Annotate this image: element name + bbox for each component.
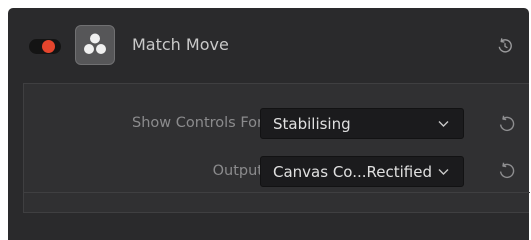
reset-arrow-icon — [499, 115, 515, 132]
output-reset-icon[interactable] — [497, 161, 517, 181]
divider — [24, 192, 530, 193]
show-controls-for-value: Stabilising — [273, 115, 351, 133]
show-controls-for-label: Show Controls For — [132, 115, 263, 131]
toggle-knob — [42, 40, 55, 53]
reset-icon-graphic — [498, 38, 512, 53]
chevron-down-icon — [438, 169, 449, 175]
panel-title: Match Move — [132, 35, 229, 54]
show-controls-for-reset-icon[interactable] — [497, 114, 517, 134]
show-controls-for-dropdown[interactable]: Stabilising — [260, 108, 464, 139]
match-move-panel: Match Move Show Controls For Stabilising — [8, 8, 530, 240]
reset-arrow-icon — [499, 162, 515, 179]
resolve-logo-icon — [75, 25, 115, 65]
reset-icon[interactable] — [495, 36, 515, 56]
resolve-logo-icon-graphic — [84, 33, 106, 54]
controls-area: Show Controls For Stabilising Output Can… — [23, 83, 530, 213]
output-dropdown[interactable]: Canvas Co...Rectified — [260, 156, 464, 187]
output-value: Canvas Co...Rectified — [273, 163, 432, 181]
chevron-down-icon — [438, 121, 449, 127]
enable-toggle[interactable] — [29, 39, 61, 54]
panel-header: Match Move — [8, 8, 529, 82]
output-label: Output — [212, 163, 263, 179]
